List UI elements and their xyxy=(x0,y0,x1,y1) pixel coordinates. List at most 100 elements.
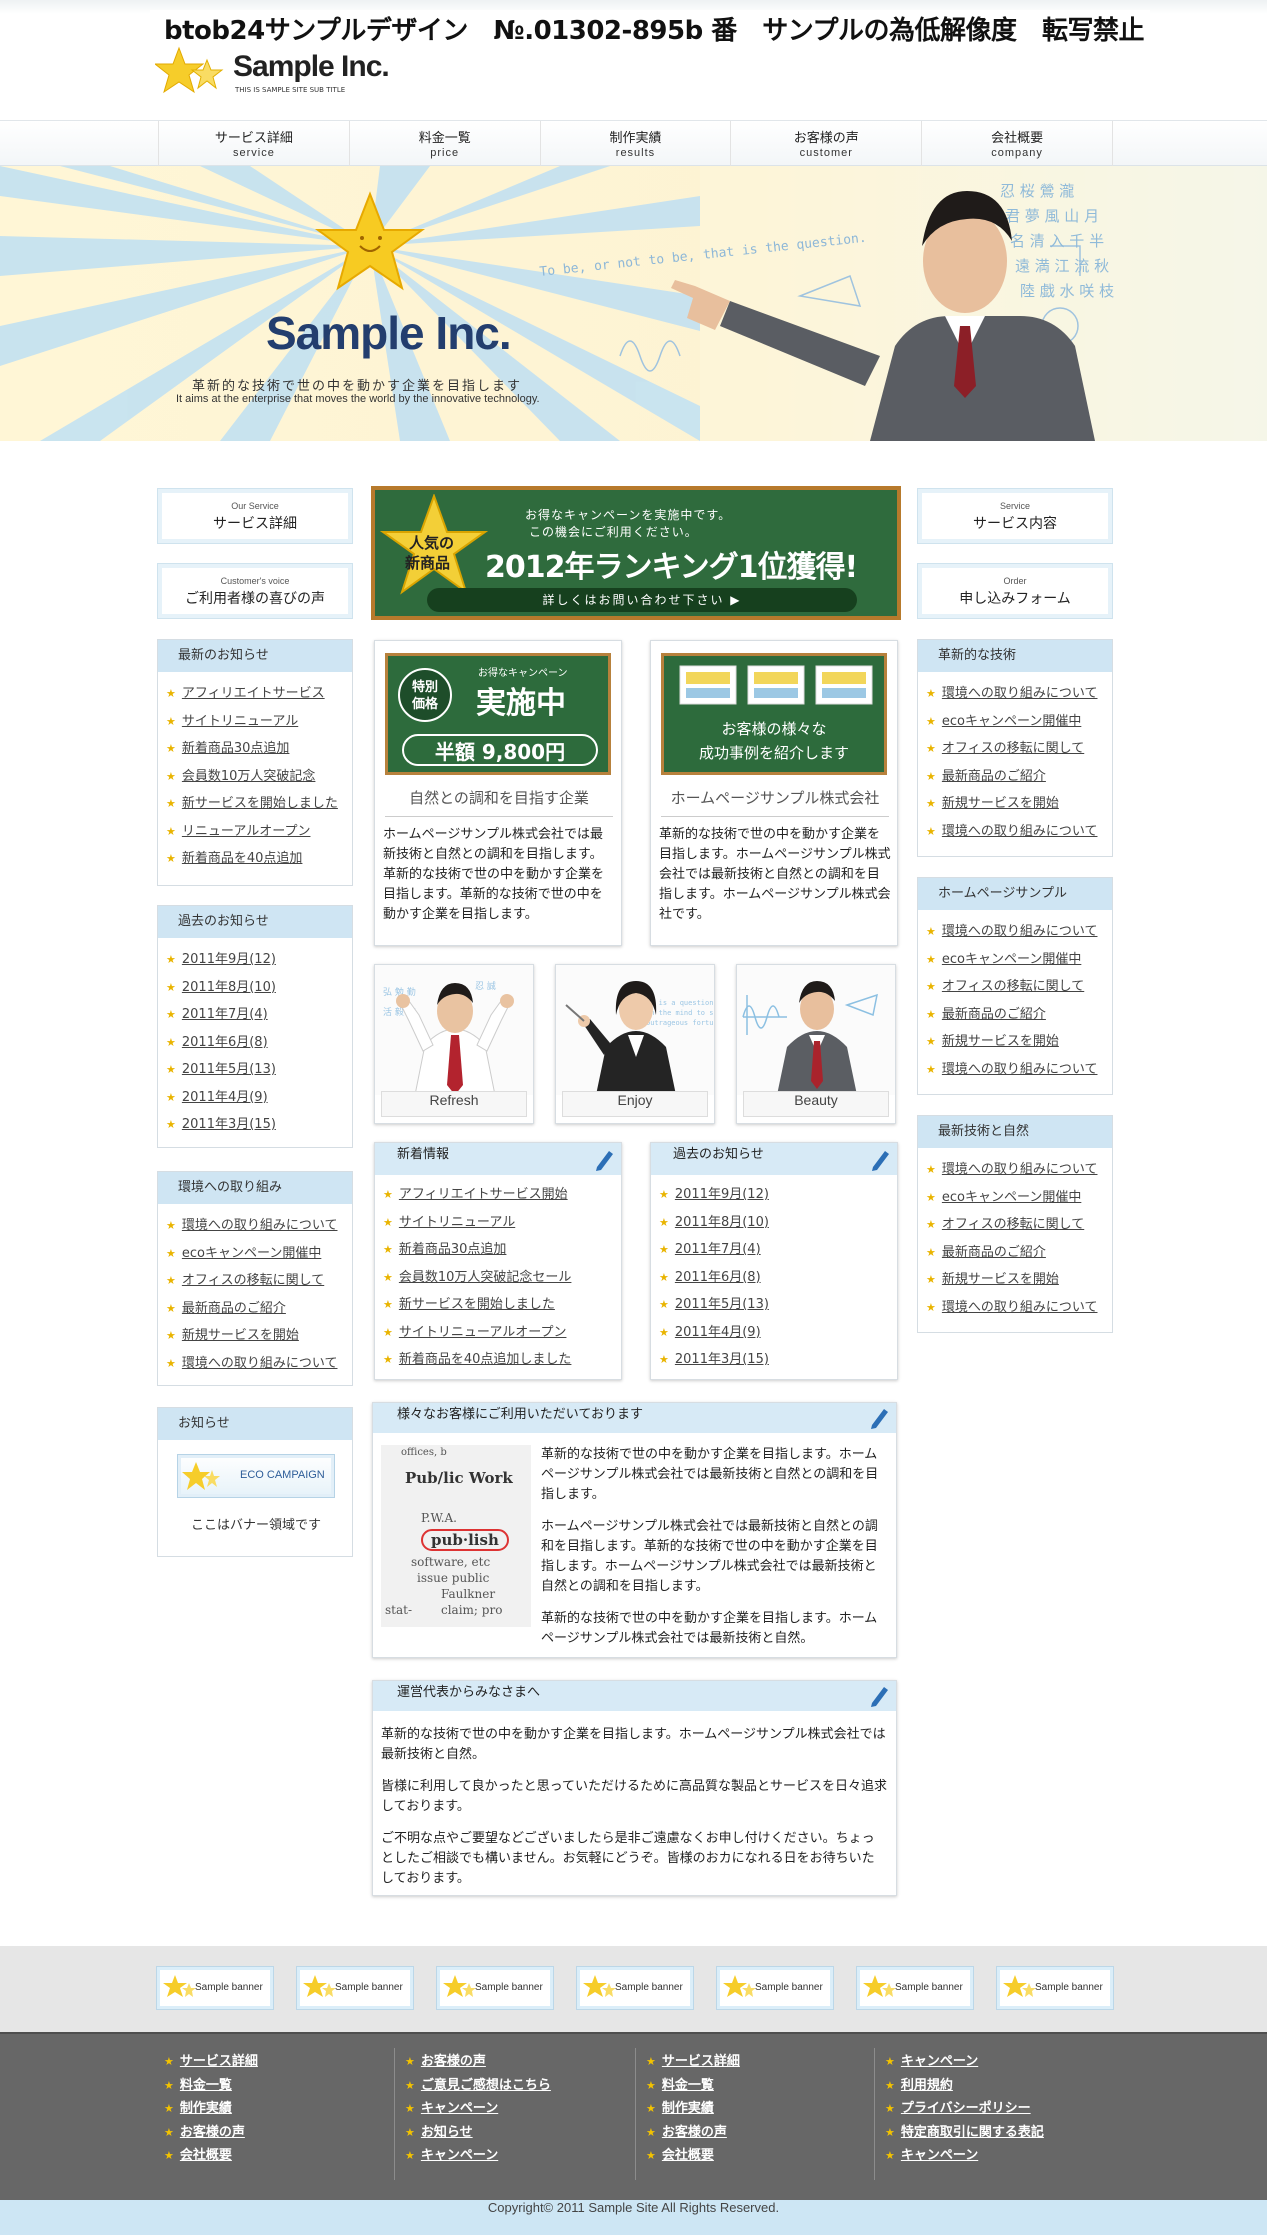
footer-item[interactable]: ★ プライバシーポリシー xyxy=(885,2097,1085,2121)
list-item[interactable]: ★ リニューアルオープン xyxy=(166,818,352,846)
list-link[interactable]: 2011年8月(10) xyxy=(675,1215,769,1230)
footer-item[interactable]: ★ サービス詳細 xyxy=(164,2050,364,2074)
campaign-card[interactable]: 特別価格 お得なキャンペーン 実施中 半額 9,800円 自然との調和を目指す企… xyxy=(374,640,622,946)
footer-item[interactable]: ★ 会社概要 xyxy=(646,2144,846,2168)
footer-item[interactable]: ★ 会社概要 xyxy=(164,2144,364,2168)
footer-link[interactable]: 制作実績 xyxy=(180,2101,232,2116)
nav-item-results[interactable]: 制作実績 results xyxy=(541,121,732,167)
list-item[interactable]: ★ 2011年8月(10) xyxy=(166,974,352,1002)
nav-item-customer[interactable]: お客様の声 customer xyxy=(731,121,923,167)
footer-link[interactable]: キャンペーン xyxy=(421,2101,498,2116)
eco-campaign-banner[interactable]: ECO CAMPAIGN xyxy=(177,1454,335,1498)
footer-link[interactable]: キャンペーン xyxy=(901,2148,978,2163)
footer-link[interactable]: お客様の声 xyxy=(662,2125,727,2140)
footer-link[interactable]: 制作実績 xyxy=(662,2101,714,2116)
list-link[interactable]: 最新商品のご紹介 xyxy=(942,769,1046,784)
list-item[interactable]: ★ 環境への取り組みについて xyxy=(166,1350,352,1378)
list-item[interactable]: ★ 2011年6月(8) xyxy=(659,1264,897,1292)
list-link[interactable]: ecoキャンペーン開催中 xyxy=(942,1190,1081,1205)
list-item[interactable]: ★ 最新商品のご紹介 xyxy=(166,1295,352,1323)
footer-link[interactable]: キャンペーン xyxy=(901,2054,978,2069)
list-item[interactable]: ★ 新規サービスを開始 xyxy=(926,1266,1112,1294)
footer-item[interactable]: ★ お客様の声 xyxy=(646,2121,846,2145)
list-item[interactable]: ★ 2011年3月(15) xyxy=(659,1346,897,1374)
list-link[interactable]: ecoキャンペーン開催中 xyxy=(942,952,1081,967)
list-link[interactable]: 新サービスを開始しました xyxy=(182,796,338,811)
list-item[interactable]: ★ 2011年9月(12) xyxy=(659,1181,897,1209)
list-link[interactable]: 最新商品のご紹介 xyxy=(182,1301,286,1316)
list-item[interactable]: ★ オフィスの移転に関して xyxy=(926,735,1112,763)
footer-link[interactable]: プライバシーポリシー xyxy=(901,2101,1031,2116)
footer-item[interactable]: ★ 料金一覧 xyxy=(164,2074,364,2098)
footer-link[interactable]: 料金一覧 xyxy=(662,2078,714,2093)
sample-banner[interactable]: Sample banner xyxy=(576,1966,694,2010)
list-item[interactable]: ★ 新規サービスを開始 xyxy=(926,1028,1112,1056)
footer-link[interactable]: お客様の声 xyxy=(180,2125,245,2140)
list-link[interactable]: オフィスの移転に関して xyxy=(182,1273,324,1288)
sample-banner[interactable]: Sample banner xyxy=(996,1966,1114,2010)
photo-card-enjoy[interactable]: it is a question in the mind to suffer out… xyxy=(555,964,715,1124)
list-item[interactable]: ★ 環境への取り組みについて xyxy=(926,918,1112,946)
list-item[interactable]: ★ ecoキャンペーン開催中 xyxy=(926,708,1112,736)
list-item[interactable]: ★ サイトリニューアル xyxy=(166,708,352,736)
footer-link[interactable]: お知らせ xyxy=(421,2125,473,2140)
list-item[interactable]: ★ ecoキャンペーン開催中 xyxy=(166,1240,352,1268)
footer-link[interactable]: サービス詳細 xyxy=(662,2054,740,2069)
list-link[interactable]: サイトリニューアル xyxy=(182,714,298,729)
list-item[interactable]: ★ 2011年9月(12) xyxy=(166,946,352,974)
list-link[interactable]: 環境への取り組みについて xyxy=(942,1162,1098,1177)
footer-link[interactable]: 特定商取引に関する表記 xyxy=(901,2125,1044,2140)
list-link[interactable]: 新着商品を40点追加 xyxy=(182,851,303,866)
list-link[interactable]: 2011年5月(13) xyxy=(182,1062,276,1077)
list-link[interactable]: サイトリニューアル xyxy=(399,1215,515,1230)
list-link[interactable]: 新着商品を40点追加しました xyxy=(399,1352,572,1367)
list-item[interactable]: ★ オフィスの移転に関して xyxy=(166,1267,352,1295)
nav-item-price[interactable]: 料金一覧 price xyxy=(350,121,541,167)
nav-item-service[interactable]: サービス詳細 service xyxy=(158,121,350,167)
list-link[interactable]: 2011年3月(15) xyxy=(675,1352,769,1367)
footer-item[interactable]: ★ キャンペーン xyxy=(885,2144,1085,2168)
list-link[interactable]: 環境への取り組みについて xyxy=(942,1062,1098,1077)
list-link[interactable]: 新着商品30点追加 xyxy=(182,741,290,756)
list-item[interactable]: ★ 新着商品30点追加 xyxy=(383,1236,621,1264)
list-item[interactable]: ★ 環境への取り組みについて xyxy=(926,1156,1112,1184)
footer-link[interactable]: 会社概要 xyxy=(180,2148,232,2163)
footer-item[interactable]: ★ 料金一覧 xyxy=(646,2074,846,2098)
list-item[interactable]: ★ アフィリエイトサービス xyxy=(166,680,352,708)
logo[interactable]: Sample Inc. THIS IS SAMPLE SITE SUB TITL… xyxy=(155,46,395,100)
success-stories-card[interactable]: お客様の様々な 成功事例を紹介します ホームページサンプル株式会社 革新的な技術… xyxy=(650,640,898,946)
list-link[interactable]: 新サービスを開始しました xyxy=(399,1297,555,1312)
service-content-button[interactable]: Service サービス内容 xyxy=(917,488,1113,544)
list-item[interactable]: ★ サイトリニューアル xyxy=(383,1209,621,1237)
footer-link[interactable]: サービス詳細 xyxy=(180,2054,258,2069)
list-item[interactable]: ★ 2011年4月(9) xyxy=(659,1319,897,1347)
list-link[interactable]: ecoキャンペーン開催中 xyxy=(942,714,1081,729)
list-link[interactable]: 2011年8月(10) xyxy=(182,980,276,995)
list-item[interactable]: ★ オフィスの移転に関して xyxy=(926,973,1112,1001)
list-item[interactable]: ★ 最新商品のご紹介 xyxy=(926,1001,1112,1029)
list-item[interactable]: ★ 2011年6月(8) xyxy=(166,1029,352,1057)
list-link[interactable]: 新着商品30点追加 xyxy=(399,1242,507,1257)
footer-item[interactable]: ★ サービス詳細 xyxy=(646,2050,846,2074)
list-link[interactable]: 最新商品のご紹介 xyxy=(942,1007,1046,1022)
list-link[interactable]: オフィスの移転に関して xyxy=(942,741,1084,756)
list-item[interactable]: ★ 最新商品のご紹介 xyxy=(926,1239,1112,1267)
footer-item[interactable]: ★ お客様の声 xyxy=(164,2121,364,2145)
list-link[interactable]: サイトリニューアルオープン xyxy=(399,1325,567,1340)
list-item[interactable]: ★ 最新商品のご紹介 xyxy=(926,763,1112,791)
list-item[interactable]: ★ 2011年7月(4) xyxy=(659,1236,897,1264)
list-item[interactable]: ★ サイトリニューアルオープン xyxy=(383,1319,621,1347)
sample-banner[interactable]: Sample banner xyxy=(156,1966,274,2010)
footer-item[interactable]: ★ ご意見ご感想はこちら xyxy=(405,2074,605,2098)
list-item[interactable]: ★ アフィリエイトサービス開始 xyxy=(383,1181,621,1209)
footer-item[interactable]: ★ お客様の声 xyxy=(405,2050,605,2074)
list-link[interactable]: アフィリエイトサービス開始 xyxy=(399,1187,568,1202)
footer-item[interactable]: ★ キャンペーン xyxy=(885,2050,1085,2074)
photo-card-refresh[interactable]: 弘 勉 勤活 毅 涼忍 誠 Refresh xyxy=(374,964,534,1124)
footer-link[interactable]: キャンペーン xyxy=(421,2148,498,2163)
list-link[interactable]: 環境への取り組みについて xyxy=(942,686,1098,701)
list-link[interactable]: 最新商品のご紹介 xyxy=(942,1245,1046,1260)
list-item[interactable]: ★ 新着商品30点追加 xyxy=(166,735,352,763)
list-link[interactable]: 新規サービスを開始 xyxy=(942,1272,1059,1287)
photo-card-beauty[interactable]: Beauty xyxy=(736,964,896,1124)
